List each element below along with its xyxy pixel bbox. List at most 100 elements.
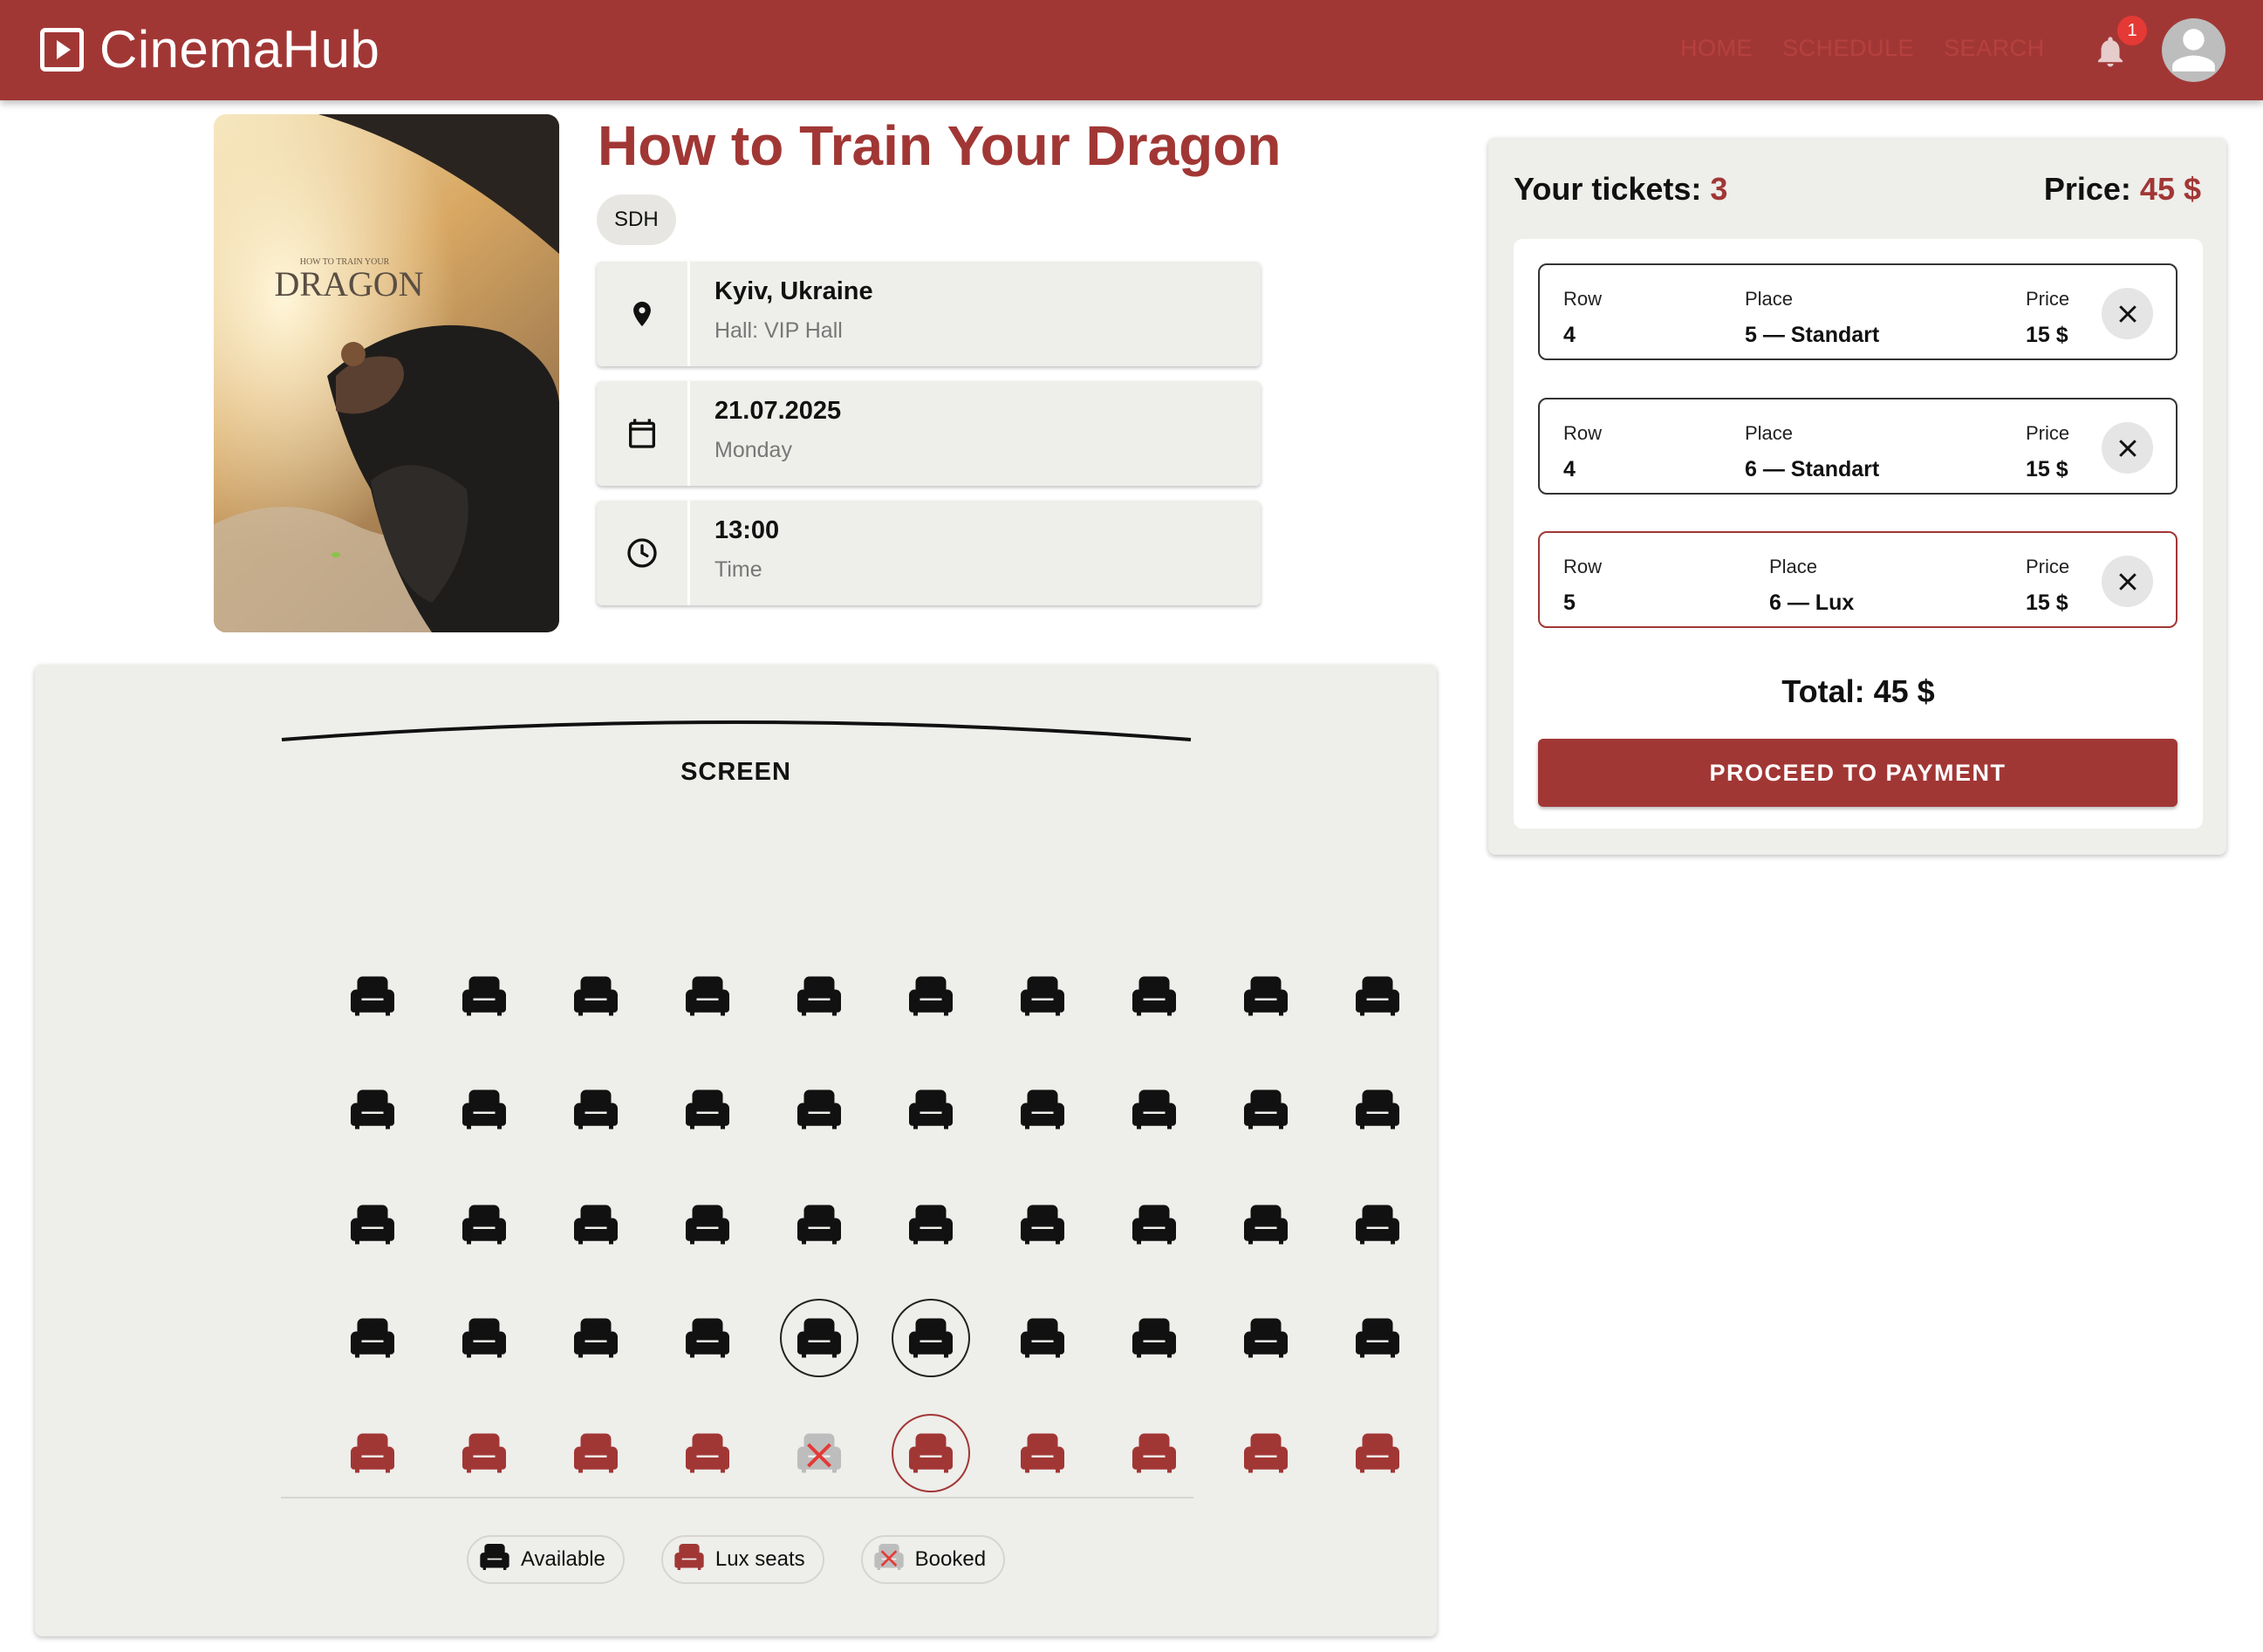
proceed-to-payment-button[interactable]: PROCEED TO PAYMENT <box>1538 739 2178 807</box>
seat[interactable] <box>445 1185 523 1264</box>
seat <box>780 1414 858 1492</box>
seat[interactable] <box>668 1185 747 1264</box>
seat[interactable] <box>780 1299 858 1377</box>
seat[interactable] <box>668 1414 747 1492</box>
close-icon <box>2118 304 2137 323</box>
seat[interactable] <box>333 1185 412 1264</box>
seat[interactable] <box>1338 1414 1417 1492</box>
seat[interactable] <box>445 957 523 1035</box>
location-pin-icon <box>633 301 651 327</box>
seat[interactable] <box>1227 1070 1305 1149</box>
seat[interactable] <box>557 1185 635 1264</box>
ticket-card: Row 5 Place 6 — Lux Price 15 $ <box>1538 531 2178 628</box>
app-title: CinemaHub <box>99 20 380 79</box>
seat[interactable] <box>1115 1185 1193 1264</box>
seat[interactable] <box>780 957 858 1035</box>
seat[interactable] <box>1115 1414 1193 1492</box>
seat[interactable] <box>1227 1414 1305 1492</box>
nav-search[interactable]: SEARCH <box>1944 35 2045 62</box>
seat[interactable] <box>1003 1185 1082 1264</box>
seat[interactable] <box>892 1070 970 1149</box>
seat[interactable] <box>445 1070 523 1149</box>
remove-ticket-button[interactable] <box>2102 556 2153 607</box>
ticket-row: 5 <box>1563 590 1576 615</box>
ticket-price: 15 $ <box>2026 457 2068 481</box>
legend-lux: Lux seats <box>660 1535 824 1584</box>
seat[interactable] <box>892 1299 970 1377</box>
seat[interactable] <box>1227 957 1305 1035</box>
tickets-count: Your tickets: 3 <box>1514 171 1727 208</box>
seat[interactable] <box>1003 1070 1082 1149</box>
seat[interactable] <box>1227 1299 1305 1377</box>
close-icon <box>2118 572 2137 590</box>
seat[interactable] <box>892 1185 970 1264</box>
seat[interactable] <box>1003 1299 1082 1377</box>
place-label: Place <box>1745 422 1794 444</box>
seat[interactable] <box>333 957 412 1035</box>
seat[interactable] <box>892 1414 970 1492</box>
seat[interactable] <box>1003 1414 1082 1492</box>
ticket-place: 6 — Standart <box>1745 457 1880 481</box>
seat[interactable] <box>780 1185 858 1264</box>
seat[interactable] <box>1003 957 1082 1035</box>
screen-label: SCREEN <box>680 758 791 786</box>
tickets-price-label: Price: <box>2043 171 2131 207</box>
seat[interactable] <box>557 1070 635 1149</box>
seat[interactable] <box>557 1299 635 1377</box>
row-label: Row <box>1563 422 1603 444</box>
price-label: Price <box>2026 422 2070 444</box>
time-label: Time <box>714 557 762 582</box>
legend-available-label: Available <box>520 1547 605 1571</box>
seat[interactable] <box>557 957 635 1035</box>
remove-ticket-button[interactable] <box>2102 422 2153 474</box>
seat[interactable] <box>1338 1185 1417 1264</box>
nav-home[interactable]: HOME <box>1680 35 1753 62</box>
seat[interactable] <box>780 1070 858 1149</box>
main-nav: HOME SCHEDULE SEARCH <box>1680 35 2045 62</box>
seat-icon <box>477 1539 512 1580</box>
ticket-card: Row 4 Place 5 — Standart Price 15 $ <box>1538 263 2178 360</box>
seat[interactable] <box>1115 957 1193 1035</box>
seat[interactable] <box>668 957 747 1035</box>
nav-schedule[interactable]: SCHEDULE <box>1782 35 1914 62</box>
avatar[interactable] <box>2162 18 2225 82</box>
seat[interactable] <box>445 1414 523 1492</box>
seat[interactable] <box>1338 1070 1417 1149</box>
brand[interactable]: CinemaHub <box>40 19 379 79</box>
ticket-place: 5 — Standart <box>1745 323 1880 347</box>
seat[interactable] <box>1115 1299 1193 1377</box>
legend-booked: Booked <box>860 1535 1006 1584</box>
remove-ticket-button[interactable] <box>2102 288 2153 339</box>
tickets-list: Row 4 Place 5 — Standart Price 15 $ Row 4 Pl… <box>1514 239 2203 829</box>
seat[interactable] <box>1338 1299 1417 1377</box>
seat[interactable] <box>333 1070 412 1149</box>
poster-title: DRAGON <box>274 264 423 304</box>
seat[interactable] <box>1227 1185 1305 1264</box>
clock-icon <box>627 538 657 568</box>
total-price: Total: 45 $ <box>1781 673 1935 709</box>
legend-divider <box>281 1497 1193 1498</box>
place-label: Place <box>1745 288 1794 310</box>
seat[interactable] <box>557 1414 635 1492</box>
ticket-row: 4 <box>1563 323 1576 347</box>
legend-lux-label: Lux seats <box>714 1547 805 1571</box>
calendar-icon <box>629 419 655 448</box>
seat[interactable] <box>333 1414 412 1492</box>
ticket-place: 6 — Lux <box>1769 590 1855 615</box>
seat[interactable] <box>1115 1070 1193 1149</box>
seat[interactable] <box>892 957 970 1035</box>
seat[interactable] <box>445 1299 523 1377</box>
row-label: Row <box>1563 556 1603 577</box>
weekday-text: Monday <box>714 438 792 462</box>
seat[interactable] <box>668 1070 747 1149</box>
seat[interactable] <box>668 1299 747 1377</box>
tickets-price-value: 45 $ <box>2139 171 2201 207</box>
movie-poster: HOW TO TRAIN YOUR DRAGON <box>214 114 559 632</box>
ticket-price: 15 $ <box>2026 323 2068 347</box>
seat-legend: Available Lux seats Booked <box>35 1535 1437 1584</box>
price-label: Price <box>2026 556 2070 577</box>
tickets-count-value: 3 <box>1710 171 1728 207</box>
seat[interactable] <box>333 1299 412 1377</box>
close-icon <box>2118 439 2137 457</box>
seat[interactable] <box>1338 957 1417 1035</box>
